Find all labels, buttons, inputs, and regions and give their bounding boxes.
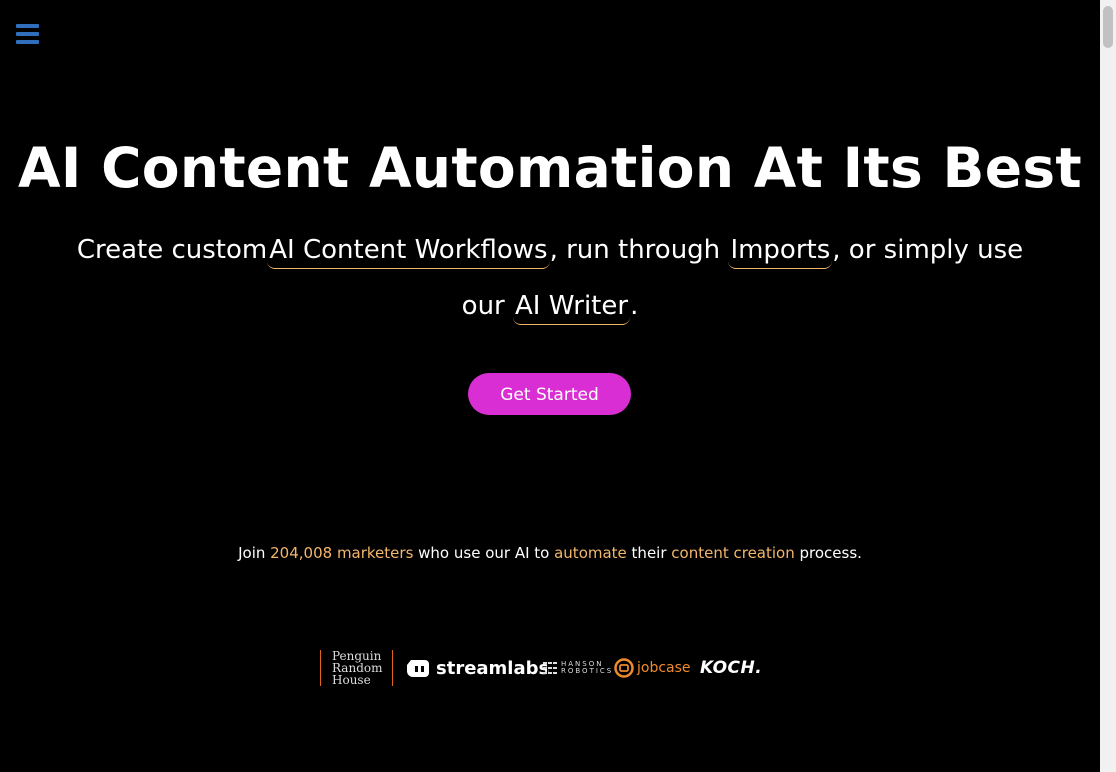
marketers-count: 204,008 marketers [270,544,414,562]
logo-text: ROBOTICS [561,667,614,675]
imports-link[interactable]: Imports [728,232,833,269]
social-proof-text: Join 204,008 marketers who use our AI to… [0,542,1100,564]
hamburger-menu-icon[interactable] [16,24,39,44]
subtitle-text: Create custom [76,235,268,265]
social-proof-part: Join [238,544,271,562]
logo-text: jobcase [637,660,691,676]
hanson-bars-icon [543,661,557,675]
hanson-robotics-logo: HANSON ROBOTICS [543,648,613,688]
page: AI Content Automation At Its Best Create… [0,0,1100,772]
vertical-scrollbar[interactable] [1100,0,1116,772]
get-started-button[interactable]: Get Started [468,373,631,415]
penguin-random-house-logo: Penguin Random House [320,650,394,687]
logo-text: KOCH. [700,658,763,678]
ai-writer-link[interactable]: AI Writer [513,288,631,325]
hero-subtitle: Create customAI Content Workflows, run t… [70,222,1030,334]
logo-text: streamlabs [436,657,550,679]
social-proof-part: their [626,544,672,562]
jobcase-logo: jobcase [614,648,691,688]
koch-logo: KOCH. [700,648,762,688]
automate-highlight: automate [554,544,627,562]
logo-text: House [332,673,371,687]
scrollbar-thumb[interactable] [1103,6,1113,48]
subtitle-text: . [630,291,639,321]
ai-content-workflows-link[interactable]: AI Content Workflows [267,232,550,269]
customer-logos: Penguin Random House streamlabs HANSON R… [320,648,790,688]
streamlabs-icon [407,660,429,677]
subtitle-text: , run through [549,235,729,265]
hero-title: AI Content Automation At Its Best [18,136,1082,200]
jobcase-icon [614,658,634,678]
social-proof-part: who use our AI to [413,544,555,562]
streamlabs-logo: streamlabs [406,648,549,688]
content-creation-highlight: content creation [671,544,795,562]
social-proof-part: process. [794,544,862,562]
